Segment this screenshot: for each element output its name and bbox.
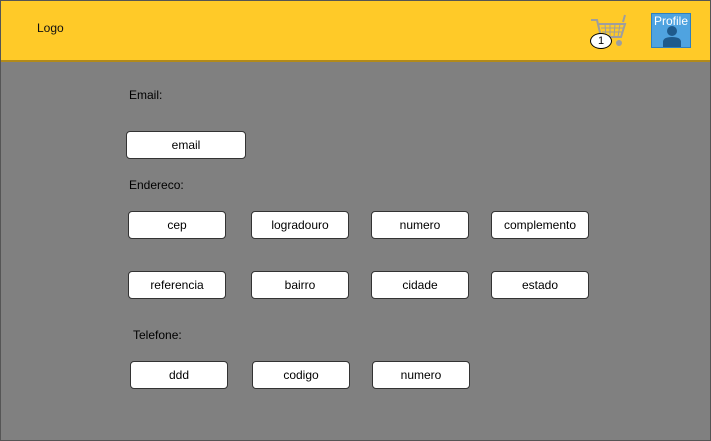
cidade-field[interactable]: cidade: [371, 271, 469, 299]
profile-label: Profile: [653, 14, 688, 28]
logo[interactable]: Logo: [37, 21, 64, 35]
phone-label: Telefone:: [133, 328, 182, 342]
logradouro-field[interactable]: logradouro: [251, 211, 349, 239]
ddd-field[interactable]: ddd: [130, 361, 228, 389]
bairro-field[interactable]: bairro: [251, 271, 349, 299]
email-field[interactable]: email: [126, 131, 246, 159]
profile-button[interactable]: Profile: [651, 13, 691, 48]
cart-count-badge: 1: [590, 33, 612, 49]
estado-field[interactable]: estado: [491, 271, 589, 299]
email-label: Email:: [129, 88, 163, 102]
numero-field[interactable]: numero: [371, 211, 469, 239]
phone-numero-field[interactable]: numero: [372, 361, 470, 389]
address-label: Endereco:: [129, 178, 184, 192]
codigo-field[interactable]: codigo: [252, 361, 350, 389]
referencia-field[interactable]: referencia: [128, 271, 226, 299]
cep-field[interactable]: cep: [128, 211, 226, 239]
top-bar: Logo 1 Profile: [1, 1, 710, 62]
complemento-field[interactable]: complemento: [491, 211, 589, 239]
page-frame: Logo 1 Profile Email: email Endereco: ce…: [0, 0, 711, 441]
